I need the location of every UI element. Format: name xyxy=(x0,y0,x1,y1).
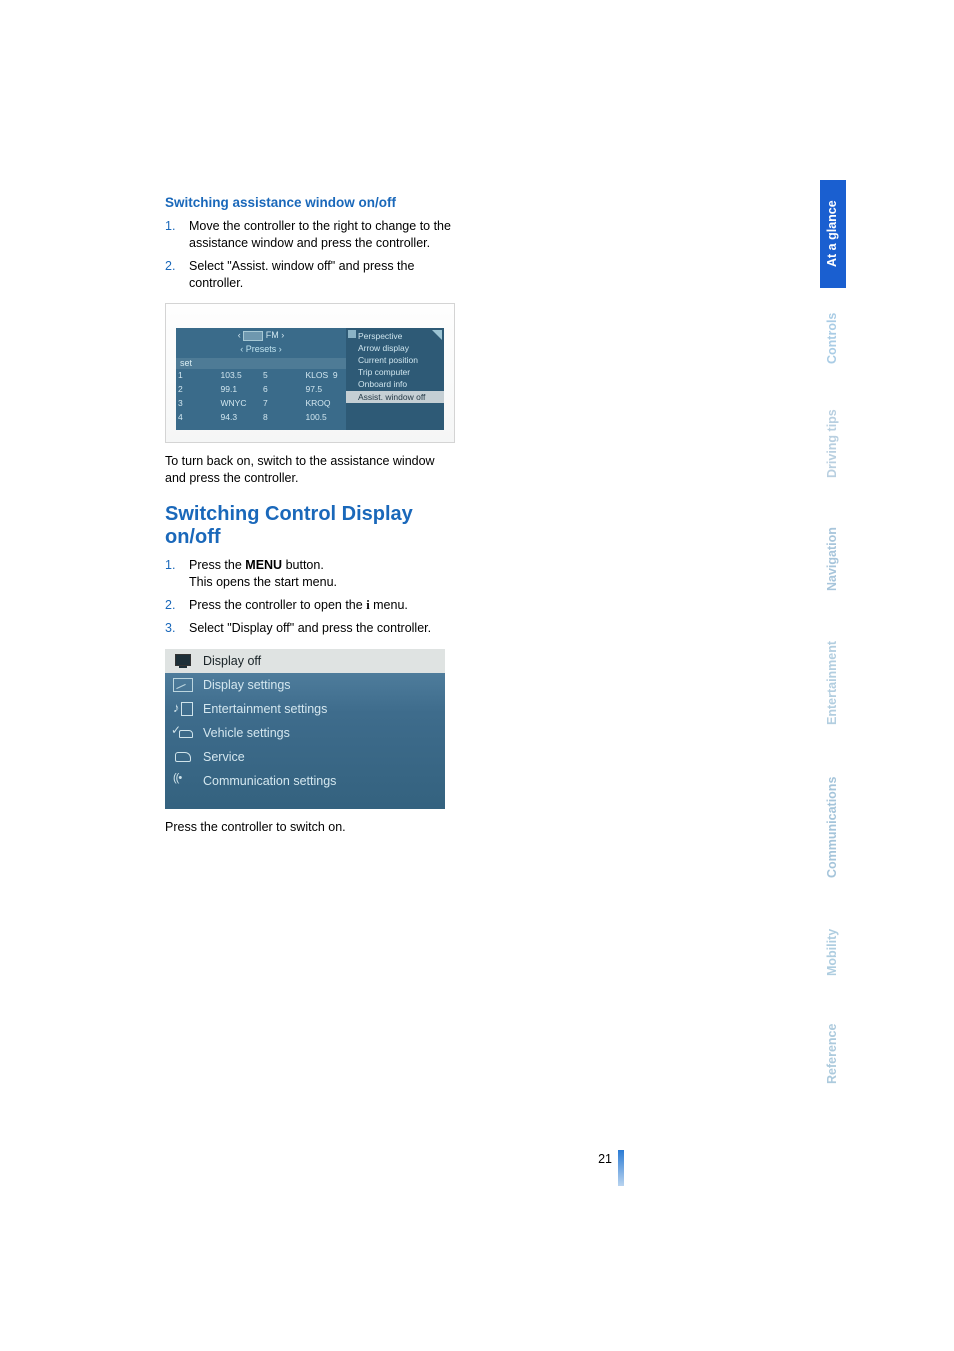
step-text: Select "Assist. window off" and press th… xyxy=(189,259,414,290)
tab-driving-tips[interactable]: Driving tips xyxy=(820,388,846,500)
step-text: Select "Display off" and press the contr… xyxy=(189,621,431,635)
step-text-line2: This opens the start menu. xyxy=(189,575,337,589)
step-num: 3. xyxy=(165,620,183,637)
after-text-1: To turn back on, switch to the assistanc… xyxy=(165,453,455,487)
menu-row-selected: Display off xyxy=(165,649,445,673)
tab-communications[interactable]: Communications xyxy=(820,752,846,902)
menu-row: Communication settings xyxy=(165,769,445,793)
menu-row: Vehicle settings xyxy=(165,721,445,745)
communication-icon xyxy=(173,774,193,788)
step-2-1: 1. Press the MENU button. This opens the… xyxy=(165,557,455,591)
step-text: Move the controller to the right to chan… xyxy=(189,219,451,250)
step-num: 1. xyxy=(165,218,183,235)
vehicle-check-icon xyxy=(173,726,193,740)
steps-list-2: 1. Press the MENU button. This opens the… xyxy=(165,557,455,637)
shot1-menu-item: Perspective xyxy=(358,330,442,342)
screenshot-i-menu: Display off Display settings Entertainme… xyxy=(165,649,445,809)
menu-row-label: Display settings xyxy=(203,678,291,692)
step-2-3: 3. Select "Display off" and press the co… xyxy=(165,620,455,637)
step-text: Press the MENU button. xyxy=(189,558,324,572)
monitor-icon xyxy=(173,654,193,668)
shot1-menu-item-selected: Assist. window off xyxy=(346,391,444,403)
step-num: 1. xyxy=(165,557,183,574)
shot1-right-menu: Perspective Arrow display Current positi… xyxy=(346,328,444,430)
menu-row: Display settings xyxy=(165,673,445,697)
menu-square-icon xyxy=(348,330,356,338)
steps-list-1: 1. Move the controller to the right to ch… xyxy=(165,218,455,292)
tab-controls[interactable]: Controls xyxy=(820,292,846,384)
shot1-menu-item: Onboard info xyxy=(358,378,442,390)
shot1-menu-item: Arrow display xyxy=(358,342,442,354)
page-number: 21 xyxy=(598,1150,612,1166)
service-car-icon xyxy=(173,750,193,764)
music-note-icon xyxy=(173,702,193,716)
screenshot-radio-presets: ‹ FM › ‹ Presets › set 1103.55KLOS 9 299… xyxy=(165,303,455,443)
menu-row: Entertainment settings xyxy=(165,697,445,721)
menu-row: Service xyxy=(165,745,445,769)
step-text: Press the controller to open the i menu. xyxy=(189,598,408,612)
tab-at-a-glance[interactable]: At a glance xyxy=(820,180,846,288)
shot1-menu-item: Current position xyxy=(358,354,442,366)
menu-row-label: Communication settings xyxy=(203,774,336,788)
menu-row-label: Service xyxy=(203,750,245,764)
display-icon xyxy=(173,678,193,692)
menu-row-label: Entertainment settings xyxy=(203,702,327,716)
shot1-band: ‹ FM › xyxy=(176,328,346,344)
page-number-box: 21 xyxy=(598,1150,624,1186)
step-2-2: 2. Press the controller to open the i me… xyxy=(165,597,455,614)
step-1-2: 2. Select "Assist. window off" and press … xyxy=(165,258,455,292)
shot1-presets-label: ‹ Presets › xyxy=(176,344,346,358)
after-text-2: Press the controller to switch on. xyxy=(165,819,455,836)
step-num: 2. xyxy=(165,258,183,275)
tab-navigation[interactable]: Navigation xyxy=(820,504,846,614)
menu-row-label: Vehicle settings xyxy=(203,726,290,740)
tab-reference[interactable]: Reference xyxy=(820,1002,846,1106)
step-num: 2. xyxy=(165,597,183,614)
heading-assist-window: Switching assistance window on/off xyxy=(165,195,455,212)
tab-mobility[interactable]: Mobility xyxy=(820,906,846,998)
tab-entertainment[interactable]: Entertainment xyxy=(820,618,846,748)
page-number-bar-icon xyxy=(618,1150,624,1186)
step-1-1: 1. Move the controller to the right to ch… xyxy=(165,218,455,252)
section-tabs: At a glance Controls Driving tips Naviga… xyxy=(820,180,846,1106)
heading-control-display: Switching Control Display on/off xyxy=(165,503,455,549)
shot1-preset-grid: 1103.55KLOS 9 299.1697.5 3WNYC7KROQ 494.… xyxy=(176,369,346,425)
shot1-set-label: set xyxy=(176,358,346,369)
corner-icon xyxy=(432,330,442,340)
shot1-menu-item: Trip computer xyxy=(358,366,442,378)
menu-row-label: Display off xyxy=(203,654,261,668)
